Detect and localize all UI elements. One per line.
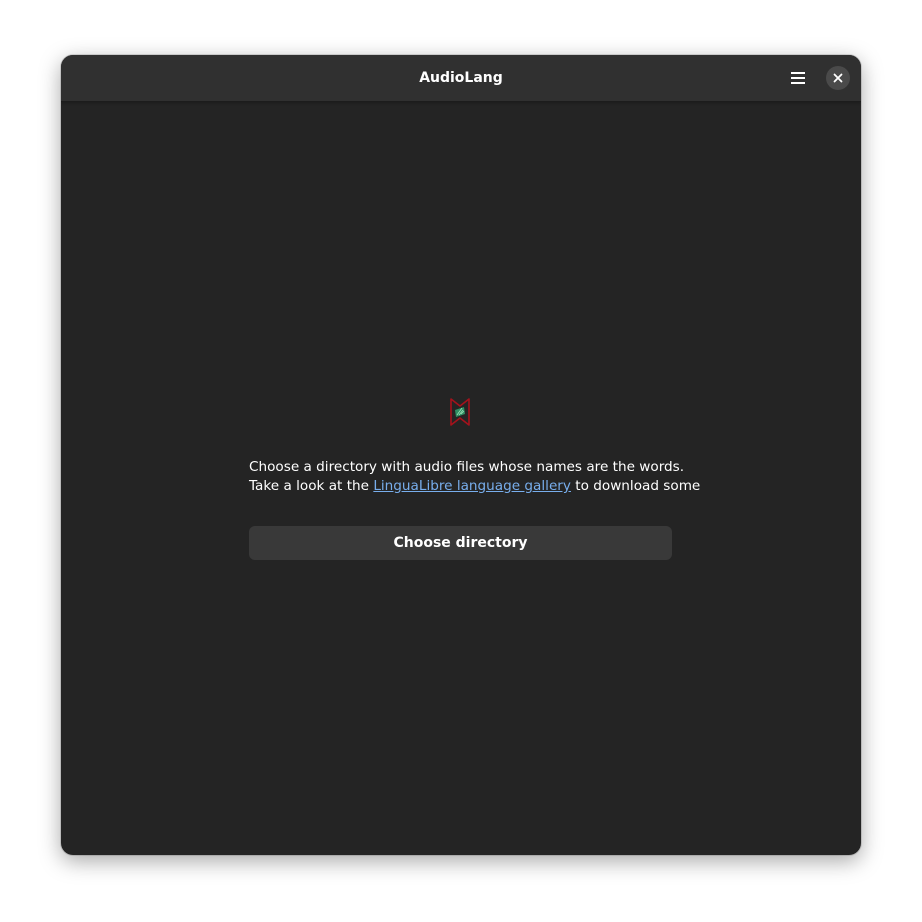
lingualibre-gallery-link[interactable]: LinguaLibre language gallery bbox=[373, 478, 571, 494]
main-menu-button[interactable] bbox=[783, 63, 813, 93]
audiolang-logo-icon bbox=[449, 397, 471, 427]
close-button[interactable] bbox=[826, 66, 850, 90]
instructions-line-1: Choose a directory with audio files whos… bbox=[249, 459, 685, 475]
instructions-line-2: Take a look at the LinguaLibre language … bbox=[249, 477, 700, 496]
hamburger-menu-icon bbox=[791, 72, 805, 84]
headerbar: AudioLang bbox=[61, 55, 861, 102]
instructions-text: Choose a directory with audio files whos… bbox=[249, 458, 700, 496]
close-icon bbox=[833, 73, 843, 83]
window-title: AudioLang bbox=[419, 70, 503, 86]
choose-directory-button[interactable]: Choose directory bbox=[249, 526, 672, 560]
app-window: AudioLang Choose a directory with audio … bbox=[61, 55, 861, 855]
instructions-line-2-prefix: Take a look at the bbox=[249, 478, 374, 494]
instructions-line-2-suffix: to download some bbox=[570, 478, 701, 494]
